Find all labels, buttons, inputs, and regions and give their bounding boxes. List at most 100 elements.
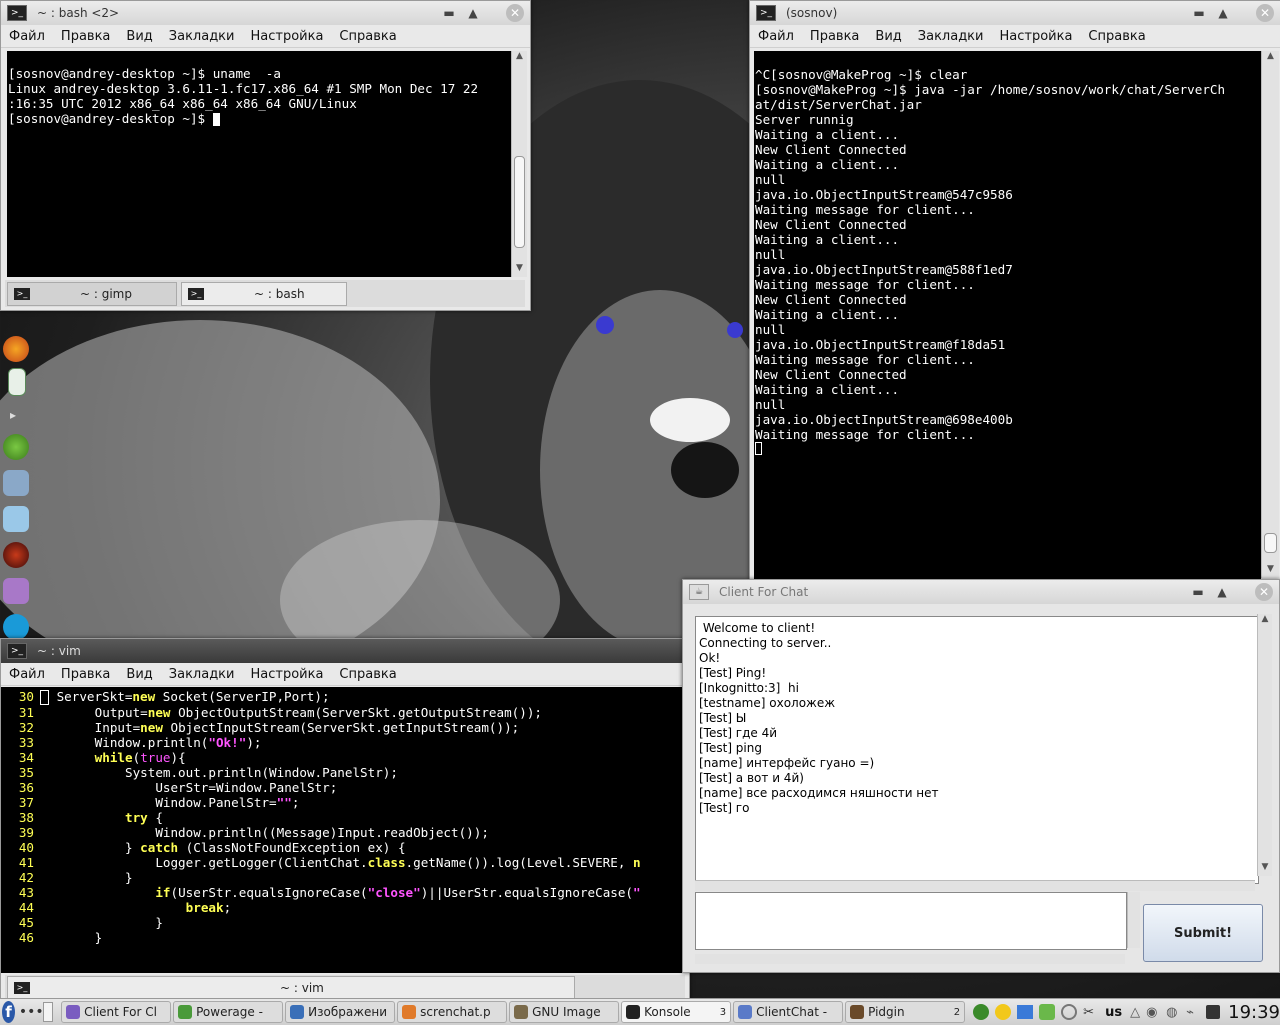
tab-vim[interactable]: >_ ~ : vim (7, 976, 575, 999)
taskbar: f ••• Client For Cl Powerage - Изображени s… (0, 998, 1280, 1025)
close-button[interactable]: ✕ (1256, 4, 1274, 22)
tab-bash[interactable]: >_ ~ : bash (181, 282, 347, 306)
menu-edit[interactable]: Правка (810, 29, 859, 44)
bash-terminal-output[interactable]: [sosnov@andrey-desktop ~]$ uname -a Linux… (7, 51, 511, 277)
minimize-button[interactable]: ▬ (1190, 4, 1208, 22)
pidgin-icon[interactable] (3, 578, 29, 604)
window-title: Client For Chat (719, 585, 809, 599)
vim-terminal-window[interactable]: >_ ~ : vim Файл Правка Вид Закладки Наст… (0, 638, 690, 1000)
code-text: Window.println((Message)Input.readObject… (34, 825, 489, 840)
game-icon[interactable] (3, 542, 29, 568)
taskbar-task[interactable]: Powerage - (173, 1001, 284, 1023)
tray-expand-icon[interactable]: △ (1130, 1005, 1142, 1020)
taskbar-task[interactable]: Client For Cl (61, 1001, 172, 1023)
bash-titlebar[interactable]: >_ ~ : bash <2> ▬ ▲ ✕ (1, 1, 530, 25)
terminal-line: ^C[sosnov@MakeProg ~]$ clear (755, 67, 968, 82)
chat-messages-area[interactable]: Welcome to client! Connecting to server..… (695, 616, 1259, 884)
menu-view[interactable]: Вид (875, 29, 901, 44)
terminal-icon: >_ (7, 643, 27, 659)
chat-client-window[interactable]: ☕ Client For Chat ▬ ▲ ✕ Welcome to clien… (682, 579, 1280, 973)
dropbox-icon[interactable] (1017, 1005, 1034, 1019)
server-terminal-output[interactable]: ^C[sosnov@MakeProg ~]$ clear [sosnov@Make… (754, 51, 1261, 579)
desktop-pager-icon[interactable] (42, 1002, 54, 1022)
terminal-line: java.io.ObjectInputStream@f18da51 (755, 337, 1006, 352)
clock-tray-icon[interactable] (995, 1004, 1012, 1020)
scroll-thumb[interactable] (514, 156, 525, 248)
scroll-thumb[interactable] (1264, 533, 1277, 553)
cube-icon[interactable] (3, 506, 29, 532)
submit-button[interactable]: Submit! (1143, 904, 1263, 962)
menu-bookmarks[interactable]: Закладки (169, 29, 235, 44)
tab-gimp[interactable]: >_ ~ : gimp (7, 282, 177, 306)
server-terminal-window[interactable]: >_ (sosnov) ▬ ▲ ✕ Файл Правка Вид Заклад… (749, 0, 1280, 580)
scroll-up-arrow[interactable]: ▲ (1262, 51, 1279, 65)
chat-input-hscrollbar[interactable] (695, 954, 1125, 964)
close-button[interactable]: ✕ (1255, 583, 1273, 601)
scroll-down-arrow[interactable]: ▼ (1262, 564, 1279, 578)
close-button[interactable]: ✕ (506, 4, 524, 22)
minimize-button[interactable]: ▬ (1189, 583, 1207, 601)
settings-icon[interactable] (1061, 1004, 1078, 1020)
chat-message-input[interactable] (695, 892, 1127, 950)
clock[interactable]: 19:39 (1228, 1002, 1280, 1023)
scissors-icon[interactable]: ✂ (1083, 1005, 1099, 1020)
maximize-button[interactable]: ▲ (1213, 583, 1231, 601)
menu-view[interactable]: Вид (126, 29, 152, 44)
media-icon[interactable] (3, 470, 29, 496)
menu-help[interactable]: Справка (1088, 29, 1145, 44)
taskbar-task[interactable]: Konsole 3 (621, 1001, 732, 1023)
menu-view[interactable]: Вид (126, 667, 152, 682)
more-icon[interactable]: ••• (19, 1004, 44, 1020)
taskbar-task[interactable]: Изображени (285, 1001, 396, 1023)
menu-bookmarks[interactable]: Закладки (169, 667, 235, 682)
menu-help[interactable]: Справка (339, 29, 396, 44)
vim-editor[interactable]: 30 ServerSkt=new Socket(ServerIP,Port); 3… (1, 687, 689, 973)
keyboard-layout[interactable]: us (1105, 1005, 1122, 1020)
menu-file[interactable]: Файл (758, 29, 794, 44)
network-icon[interactable] (1039, 1004, 1056, 1020)
menu-file[interactable]: Файл (9, 29, 45, 44)
play-icon[interactable] (3, 434, 29, 460)
document-icon[interactable] (8, 368, 26, 396)
maximize-button[interactable]: ▲ (1214, 4, 1232, 22)
vim-titlebar[interactable]: >_ ~ : vim (1, 639, 689, 663)
chat-input-scrollbar[interactable] (1127, 892, 1140, 948)
menu-settings[interactable]: Настройка (250, 667, 323, 682)
bash-scrollbar[interactable]: ▲ ▼ (511, 51, 527, 277)
bash-terminal-window[interactable]: >_ ~ : bash <2> ▬ ▲ ✕ Файл Правка Вид За… (0, 0, 531, 311)
scroll-up-arrow[interactable]: ▲ (512, 51, 527, 65)
server-titlebar[interactable]: >_ (sosnov) ▬ ▲ ✕ (750, 1, 1280, 25)
taskbar-task[interactable]: scrеnchat.p (397, 1001, 508, 1023)
firefox-icon[interactable] (3, 336, 29, 362)
skype-icon[interactable] (3, 614, 29, 640)
usb-icon[interactable]: ⌁ (1186, 1005, 1202, 1020)
vim-tabbar: >_ ~ : vim (5, 975, 685, 999)
line-number: 31 (18, 705, 34, 720)
menu-file[interactable]: Файл (9, 667, 45, 682)
volume-icon[interactable]: ◍ (1166, 1005, 1182, 1020)
scroll-down-arrow[interactable]: ▼ (512, 263, 527, 277)
chat-messages-scrollbar[interactable]: ▲ ▼ (1257, 614, 1272, 876)
menu-settings[interactable]: Настройка (250, 29, 323, 44)
taskbar-task[interactable]: GNU Image (509, 1001, 620, 1023)
scroll-up-arrow[interactable]: ▲ (1258, 614, 1272, 628)
fedora-menu-icon[interactable]: f (2, 1001, 15, 1023)
battery-icon[interactable] (1206, 1005, 1221, 1019)
maximize-button[interactable]: ▲ (464, 4, 482, 22)
server-scrollbar[interactable]: ▲ ▼ (1261, 51, 1279, 578)
taskbar-task[interactable]: ClientChat - (733, 1001, 844, 1023)
play-tray-icon[interactable] (973, 1004, 990, 1020)
menu-edit[interactable]: Правка (61, 667, 110, 682)
minimize-button[interactable]: ▬ (440, 4, 458, 22)
taskbar-task[interactable]: Pidgin 2 (845, 1001, 966, 1023)
chat-messages-hscrollbar[interactable] (695, 880, 1255, 891)
scroll-down-arrow[interactable]: ▼ (1258, 862, 1272, 876)
menu-edit[interactable]: Правка (61, 29, 110, 44)
chat-titlebar[interactable]: ☕ Client For Chat ▬ ▲ ✕ (683, 580, 1279, 604)
code-line: 38 try { (2, 810, 689, 825)
menu-help[interactable]: Справка (339, 667, 396, 682)
expand-arrow-icon[interactable]: ▸ (10, 408, 22, 422)
menu-settings[interactable]: Настройка (999, 29, 1072, 44)
audio-icon[interactable]: ◉ (1146, 1005, 1162, 1020)
menu-bookmarks[interactable]: Закладки (918, 29, 984, 44)
